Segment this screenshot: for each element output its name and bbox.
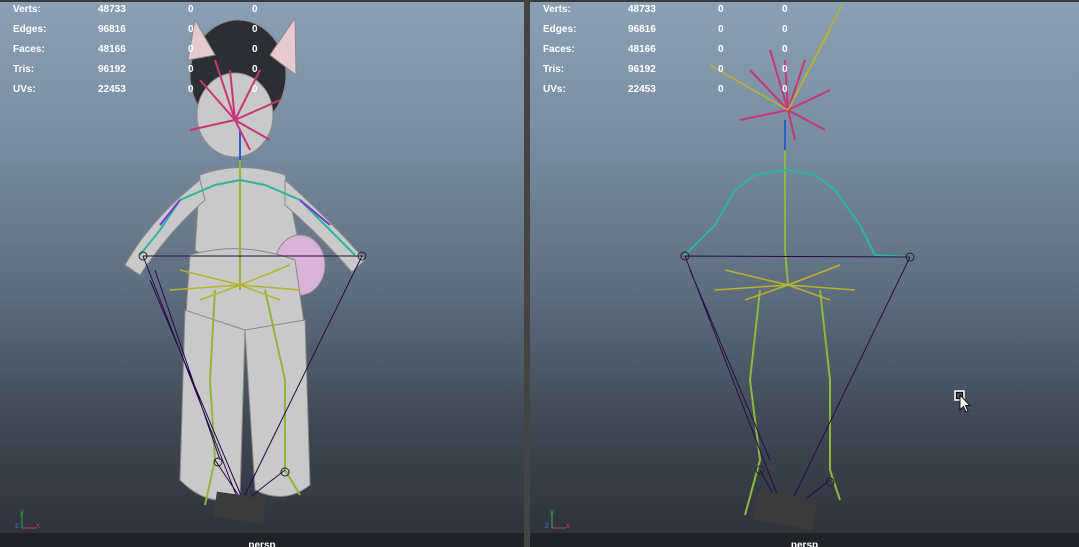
svg-text:x: x: [566, 521, 570, 530]
camera-name: persp: [248, 540, 276, 547]
axis-gizmo-icon: y x z: [545, 507, 570, 530]
camera-name-bar: persp: [0, 533, 524, 547]
svg-text:y: y: [20, 507, 24, 516]
scene-skeleton[interactable]: [530, 0, 1079, 533]
scene-model-with-skeleton[interactable]: [0, 0, 524, 533]
ground-plane: [752, 490, 818, 530]
svg-text:z: z: [15, 521, 19, 530]
character-mesh: [124, 16, 366, 501]
viewport-canvas[interactable]: Verts: 48733 0 0 Edges: 96816 0 0 Faces: 48166 0…: [0, 0, 524, 533]
camera-name-bar: persp: [530, 533, 1079, 547]
camera-name: persp: [790, 540, 819, 547]
joint-markers: [680, 251, 915, 487]
viewport-right[interactable]: Verts: 48733 0 0 Edges: 96816 0 0 Faces: 48166 0…: [530, 0, 1079, 547]
skeleton-joints: [684, 4, 911, 516]
svg-text:z: z: [545, 521, 549, 530]
mouse-cursor-icon: [954, 390, 972, 413]
viewport-left[interactable]: Verts: 48733 0 0 Edges: 96816 0 0 Faces: 48166 0…: [0, 0, 524, 547]
svg-text:y: y: [550, 507, 554, 516]
svg-text:x: x: [36, 521, 40, 530]
axis-gizmo-icon: y x z: [15, 507, 40, 530]
ground-plane: [213, 491, 267, 524]
viewport-canvas[interactable]: Verts: 48733 0 0 Edges: 96816 0 0 Faces: 48166 0…: [530, 0, 1079, 533]
